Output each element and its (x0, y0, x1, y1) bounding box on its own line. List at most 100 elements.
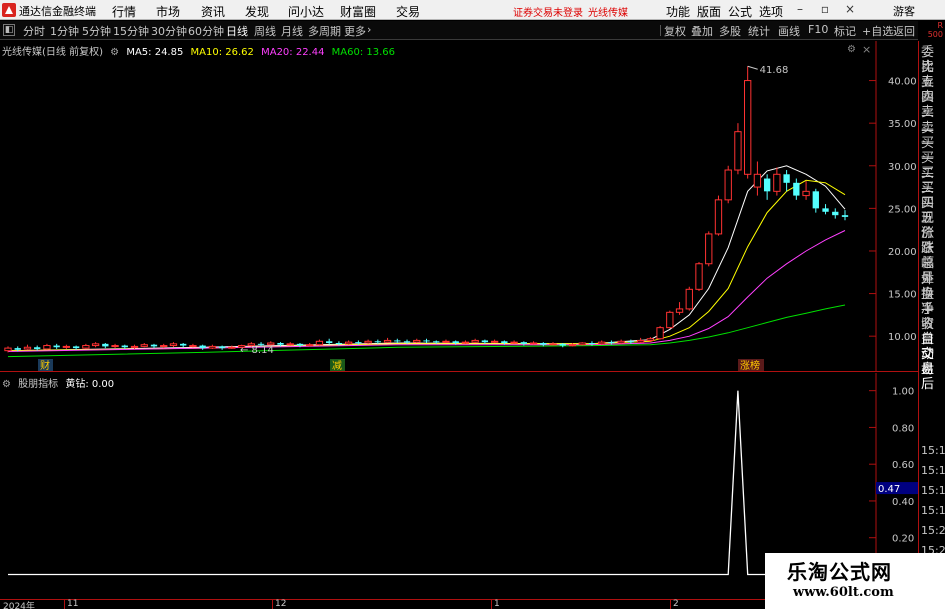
trade-time: 15:20 (921, 524, 945, 537)
tool-biaoji[interactable]: 标记 (834, 23, 856, 39)
period-multi[interactable]: 多周期 (308, 23, 341, 39)
tool-tongji[interactable]: 统计 (748, 23, 770, 39)
period-daily[interactable]: 日线 (226, 23, 248, 39)
indicator-tick-label: 0.40 (892, 497, 914, 508)
indicator-panel[interactable]: 1.00 0.80 0.60 0.40 0.20 0.47 ⚙ 股朋指标 黄钻: 0.00 (0, 373, 918, 599)
y-tick-label: 10.00 (888, 332, 917, 343)
panel-close-icon[interactable]: × (862, 43, 871, 56)
period-60min[interactable]: 60分钟 (188, 23, 224, 39)
tool-huaxian[interactable]: 画线 (778, 23, 800, 39)
huangzuan-line (8, 390, 845, 576)
period-more[interactable]: 更多 (344, 23, 366, 39)
period-30min[interactable]: 30分钟 (151, 23, 187, 39)
candle-body (627, 341, 635, 343)
menu-wenxiaoda[interactable]: 问小达 (288, 3, 324, 20)
y-tick-label: 20.00 (888, 247, 917, 258)
ma20-label: MA20: 22.44 (261, 47, 325, 58)
quote-label[interactable]: 盘后 (921, 362, 945, 392)
candle-body (832, 211, 839, 216)
candle-body (150, 344, 158, 347)
menu-banmian[interactable]: 版面 (697, 3, 721, 20)
y-tick-label: 15.00 (888, 290, 917, 301)
guest-user[interactable]: 游客 (893, 3, 915, 19)
app-name: 通达信金融终端 (19, 5, 96, 18)
menu-faxian[interactable]: 发现 (245, 3, 269, 20)
tool-fuquan[interactable]: 复权 (664, 23, 686, 39)
trade-time: 15:13 (921, 464, 945, 477)
period-fenshi[interactable]: 分时 (23, 23, 45, 39)
date-label: 12 (275, 599, 287, 609)
kline-chart[interactable]: 40.00 35.00 30.00 25.00 20.00 15.00 10.00 41.68… (0, 41, 918, 372)
candle-body (812, 191, 819, 209)
candle-body (130, 345, 139, 348)
candle-body (228, 346, 236, 349)
stock-title: 光线传媒(日线 前复权) (2, 47, 103, 58)
period-1min[interactable]: 1分钟 (50, 23, 79, 39)
candle-body (802, 190, 810, 197)
candle-body (695, 263, 703, 290)
candle-body (442, 340, 450, 343)
candle-body (471, 339, 479, 343)
period-15min[interactable]: 15分钟 (113, 23, 149, 39)
menu-gongneng[interactable]: 功能 (666, 3, 690, 20)
more-arrow-icon[interactable]: › (367, 23, 371, 36)
candle-body (53, 345, 60, 348)
candle-body (705, 233, 713, 265)
tool-diejia[interactable]: 叠加 (691, 23, 713, 39)
candle-body (559, 343, 566, 346)
ma60-label: MA60: 13.66 (331, 47, 396, 58)
menu-shichang[interactable]: 市场 (156, 3, 180, 20)
tool-duogu[interactable]: 多股 (719, 23, 741, 39)
stock-name-tag: 光线传媒 (588, 8, 628, 19)
candle-body (180, 343, 187, 346)
candle-body (529, 342, 538, 345)
y-tick-label: 40.00 (888, 77, 917, 88)
settings-icon[interactable]: ⚙ (847, 44, 856, 55)
candle-body (335, 342, 343, 344)
date-label: 2 (673, 599, 679, 609)
y-tick-label: 35.00 (888, 119, 917, 130)
level-mark: R 500 (918, 20, 945, 41)
tool-back[interactable]: 返回 (893, 23, 915, 39)
tool-f10[interactable]: F10 (808, 23, 828, 36)
candle-body (82, 345, 90, 349)
period-5min[interactable]: 5分钟 (82, 23, 111, 39)
candle-body (102, 343, 109, 347)
maximize-icon[interactable]: ▫ (818, 2, 832, 16)
candle-body (121, 345, 128, 348)
candle-body (656, 327, 664, 340)
legend-toggle-icon[interactable]: ⚙ (110, 47, 119, 58)
indicator-value: 黄钻: 0.00 (65, 379, 115, 390)
close-icon[interactable]: × (843, 2, 857, 16)
menu-jiaoyi[interactable]: 交易 (396, 3, 420, 20)
candle-body (364, 340, 372, 344)
minimize-icon[interactable]: – (793, 2, 807, 16)
candle-body (72, 346, 80, 349)
candle-body (14, 348, 21, 350)
menu-caifuquan[interactable]: 财富圈 (340, 3, 376, 20)
menu-zixun[interactable]: 资讯 (201, 3, 225, 20)
tool-add-watchlist[interactable]: +自选 (862, 23, 893, 39)
indicator-toggle-icon[interactable]: ⚙ (2, 379, 11, 390)
period-weekly[interactable]: 周线 (254, 23, 276, 39)
app-logo-icon (2, 3, 16, 17)
menu-xuanxiang[interactable]: 选项 (759, 3, 783, 20)
indicator-title: 股朋指标 (18, 379, 59, 390)
candle-body (714, 199, 723, 235)
indicator-tick-label: 1.00 (892, 387, 914, 398)
trade-login-notice[interactable]: 证券交易未登录 (513, 4, 583, 19)
candle-body (344, 341, 353, 345)
candle-body (277, 342, 284, 345)
menu-gongshi[interactable]: 公式 (728, 3, 752, 20)
menu-hangqing[interactable]: 行情 (112, 3, 136, 20)
collapse-left-icon[interactable]: ◧ (3, 24, 15, 36)
candle-body (423, 340, 430, 342)
period-monthly[interactable]: 月线 (281, 23, 303, 39)
candle-body (734, 131, 742, 171)
date-divider (272, 600, 273, 609)
ma5-line (7, 165, 846, 352)
date-divider (64, 600, 65, 609)
date-label: 2024年 (3, 602, 35, 609)
candle-body (286, 343, 294, 346)
kline-panel[interactable]: 40.00 35.00 30.00 25.00 20.00 15.00 10.00 41.68… (0, 41, 918, 372)
